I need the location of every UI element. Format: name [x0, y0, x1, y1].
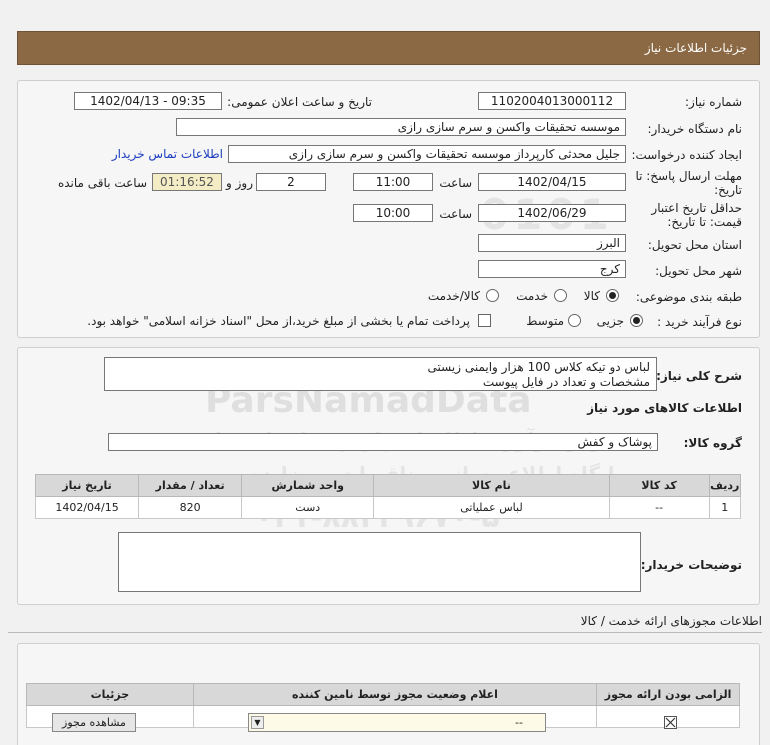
permits-divider: [8, 632, 762, 633]
col-permit-required: الزامی بودن ارائه مجوز: [596, 683, 740, 706]
need-number-field: 1102004013000112: [478, 92, 626, 110]
validity-label-date: قیمت: تا تاریخ:: [667, 215, 742, 229]
province-label: استان محل تحویل:: [647, 238, 742, 252]
buyer-contact-link[interactable]: اطلاعات تماس خریدار: [112, 147, 223, 161]
deadline-time-label: ساعت: [439, 176, 472, 190]
permits-table-header: الزامی بودن ارائه مجوز اعلام وضعیت مجوز …: [26, 683, 740, 706]
buyer-notes-box: [118, 532, 641, 592]
remaining-time-field: 01:16:52: [152, 173, 222, 191]
permit-status-select[interactable]: -- ▼: [248, 713, 546, 732]
page-title: جزئیات اطلاعات نیاز: [644, 41, 747, 55]
permit-status-select-value: --: [515, 716, 523, 729]
need-number-label: شماره نیاز:: [685, 95, 742, 109]
buyer-notes-label: توضیحات خریدار:: [640, 558, 742, 572]
process-option-medium: متوسط: [526, 314, 564, 328]
requester-field: جلیل محدثی کارپرداز موسسه تحقیقات واکسن …: [228, 145, 626, 163]
deadline-time-field: 11:00: [353, 173, 433, 191]
permit-required-checkbox: [664, 716, 677, 729]
description-label: شرح کلی نیاز:: [656, 369, 742, 383]
validity-time-label: ساعت: [439, 207, 472, 221]
province-field: البرز: [478, 234, 626, 252]
buyer-org-field: موسسه تحقیقات واکسن و سرم سازی رازی: [176, 118, 626, 136]
view-permit-button[interactable]: مشاهده مجوز: [52, 713, 136, 732]
validity-date-field: 1402/06/29: [478, 204, 626, 222]
cell-qty: 820: [138, 496, 243, 519]
city-field: کرج: [478, 260, 626, 278]
treasury-payment-checkbox[interactable]: [478, 314, 491, 327]
buyer-org-label: نام دستگاه خریدار:: [647, 122, 743, 136]
permits-section-title: اطلاعات مجوزهای ارائه خدمت / کالا: [580, 614, 762, 628]
deadline-label-date: تاریخ:: [714, 183, 742, 197]
goods-section-title: اطلاعات کالاهای مورد نیاز: [587, 401, 742, 415]
category-radio-goods-service[interactable]: [486, 289, 499, 302]
days-label: روز و: [226, 176, 253, 190]
process-radio-minor[interactable]: [630, 314, 643, 327]
city-label: شهر محل تحویل:: [655, 264, 742, 278]
category-option-goods: کالا: [583, 289, 600, 303]
col-unit: واحد شمارش: [241, 474, 375, 497]
process-label: نوع فرآیند خرید :: [657, 315, 742, 329]
treasury-payment-note: پرداخت تمام یا بخشی از مبلغ خرید،از محل …: [87, 314, 470, 328]
goods-table: ردیف کد کالا نام کالا واحد شمارش تعداد /…: [34, 474, 742, 519]
validity-time-field: 10:00: [353, 204, 433, 222]
cell-date: 1402/04/15: [34, 496, 140, 519]
goods-table-header: ردیف کد کالا نام کالا واحد شمارش تعداد /…: [34, 474, 742, 497]
col-qty: تعداد / مقدار: [138, 474, 243, 497]
col-permit-status: اعلام وضعیت مجوز توسط نامین کننده: [192, 683, 598, 706]
col-name: نام کالا: [373, 474, 610, 497]
requester-label: ایجاد کننده درخواست:: [631, 148, 742, 162]
page-header: جزئیات اطلاعات نیاز: [17, 31, 760, 65]
category-label: طبقه بندی موضوعی:: [635, 290, 742, 304]
category-option-service: خدمت: [516, 289, 548, 303]
table-row[interactable]: 1 -- لباس عملیاتی دست 820 1402/04/15: [34, 496, 742, 519]
days-field: 2: [256, 173, 326, 191]
chevron-down-icon: ▼: [251, 716, 264, 729]
goods-group-label: گروه کالا:: [683, 436, 742, 450]
col-date: تاریخ نیاز: [34, 474, 140, 497]
col-code: کد کالا: [608, 474, 710, 497]
description-box: لباس دو تیکه کلاس 100 هزار وایمنی زیستی …: [104, 357, 657, 391]
cell-code: --: [608, 496, 710, 519]
goods-group-field: پوشاک و کفش: [108, 433, 658, 451]
cell-name: لباس عملیاتی: [373, 496, 610, 519]
category-option-goods-service: کالا/خدمت: [427, 289, 480, 303]
cell-unit: دست: [241, 496, 375, 519]
process-radio-medium[interactable]: [568, 314, 581, 327]
announce-field: 1402/04/13 - 09:35: [74, 92, 222, 110]
category-radio-goods[interactable]: [606, 289, 619, 302]
deadline-date-field: 1402/04/15: [478, 173, 626, 191]
cell-row: 1: [708, 496, 742, 519]
remaining-label: ساعت باقی مانده: [57, 176, 147, 190]
description-line-2: مشخصات و تعداد در فایل پیوست: [482, 375, 650, 389]
process-option-minor: جزیی: [596, 314, 624, 328]
cross-icon: [665, 717, 676, 728]
description-line-1: لباس دو تیکه کلاس 100 هزار وایمنی زیستی: [427, 360, 650, 374]
announce-label: تاریخ و ساعت اعلان عمومی:: [227, 95, 372, 109]
category-radio-service[interactable]: [554, 289, 567, 302]
col-row: ردیف: [708, 474, 742, 497]
deadline-label: مهلت ارسال پاسخ: تا: [635, 169, 742, 183]
validity-label: حداقل تاریخ اعتبار: [651, 201, 742, 215]
col-permit-details: جزئیات: [26, 683, 194, 706]
